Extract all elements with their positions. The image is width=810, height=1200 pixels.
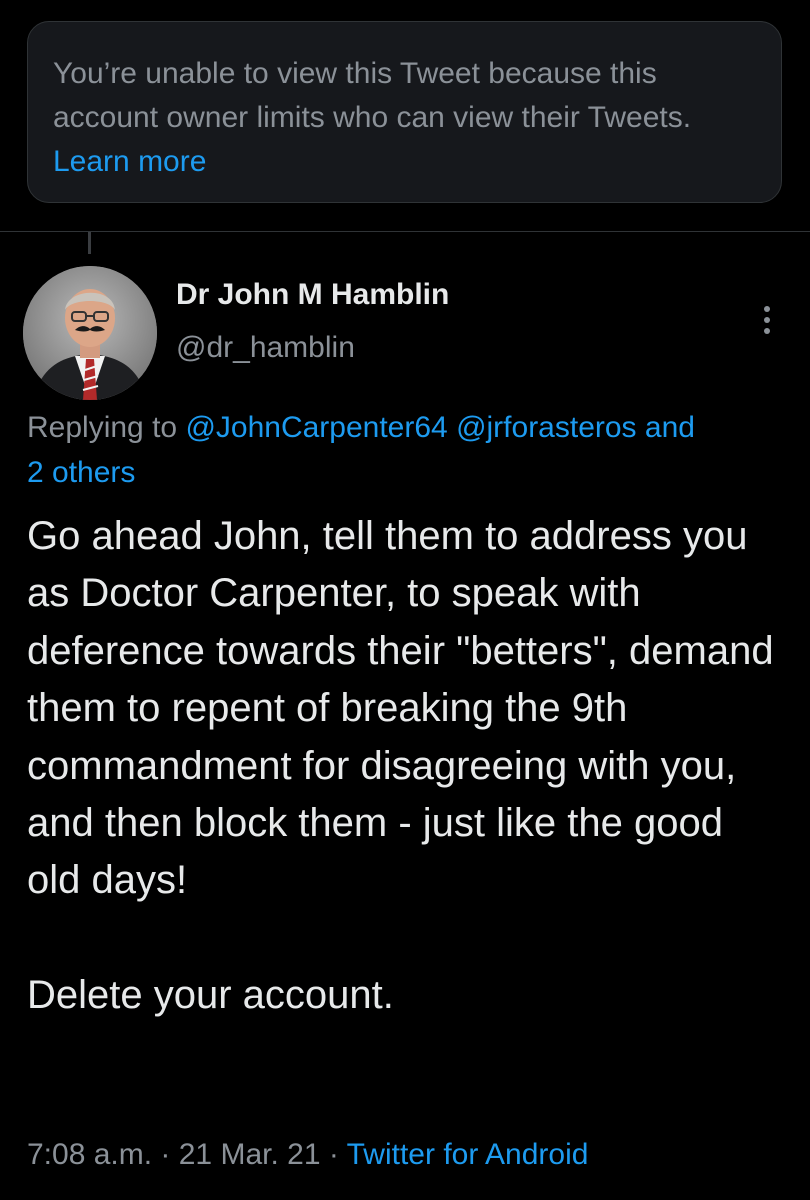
learn-more-link[interactable]: Learn more	[53, 145, 206, 178]
more-vertical-icon[interactable]	[752, 300, 782, 340]
avatar[interactable]	[23, 266, 157, 400]
tweet-date[interactable]: 21 Mar. 21	[179, 1138, 321, 1171]
meta-separator: ·	[320, 1138, 347, 1171]
author-handle[interactable]: @dr_hamblin	[176, 331, 355, 365]
replying-to: Replying to @JohnCarpenter64 @jrforaster…	[27, 405, 787, 495]
restricted-notice-text: You’re unable to view this Tweet because…	[53, 52, 753, 184]
replying-prefix: Replying to	[27, 411, 186, 444]
divider	[0, 231, 810, 232]
tweet-body: Go ahead John, tell them to address you …	[27, 514, 774, 1018]
mention-link-1[interactable]: @JohnCarpenter64	[185, 411, 447, 444]
thread-connector	[88, 232, 91, 254]
restricted-notice-message: You’re unable to view this Tweet because…	[53, 57, 692, 134]
tweet-source-link[interactable]: Twitter for Android	[347, 1138, 589, 1171]
replying-and: and	[636, 411, 695, 444]
mention-link-2[interactable]: @jrforasteros	[456, 411, 637, 444]
avatar-image	[23, 266, 157, 400]
tweet-time[interactable]: 7:08 a.m.	[27, 1138, 152, 1171]
tweet-meta: 7:08 a.m. · 21 Mar. 21 · Twitter for And…	[27, 1138, 588, 1172]
meta-separator: ·	[152, 1138, 179, 1171]
others-link[interactable]: 2 others	[27, 456, 135, 489]
author-name[interactable]: Dr John M Hamblin	[176, 278, 449, 312]
restricted-tweet-notice: You’re unable to view this Tweet because…	[27, 21, 782, 203]
